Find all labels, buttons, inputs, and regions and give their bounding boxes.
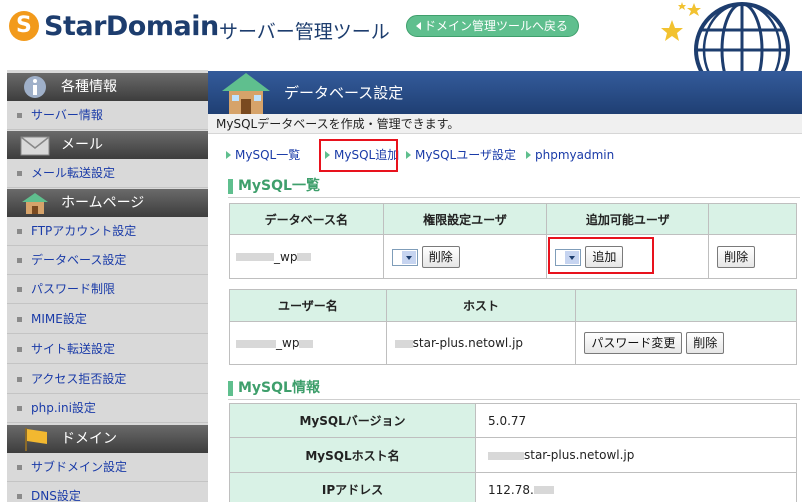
- username-cell: _wp: [229, 321, 387, 365]
- sidebar-item-site-forward[interactable]: サイト転送設定: [7, 335, 208, 364]
- bullet-icon: [17, 494, 22, 499]
- sidebar-item-mime[interactable]: MIME設定: [7, 305, 208, 334]
- sidebar-item-ftp[interactable]: FTPアカウント設定: [7, 217, 208, 246]
- delete-database-button[interactable]: 削除: [717, 245, 756, 268]
- sidebar-section-mail: メール: [7, 131, 208, 159]
- sidebar-item-database[interactable]: データベース設定: [7, 246, 208, 275]
- sidebar-section-info: 各種情報: [7, 73, 208, 101]
- bullet-icon: [17, 171, 22, 176]
- sidebar-item-mail-forward[interactable]: メール転送設定: [7, 159, 208, 188]
- user-table: ユーザー名 ホスト _wp star-plus.netowl.jp パスワード変…: [229, 289, 797, 365]
- page-header: データベース設定: [208, 71, 802, 114]
- back-to-domain-tool-button[interactable]: ドメイン管理ツールへ戻る: [406, 15, 580, 37]
- host-cell: star-plus.netowl.jp: [385, 321, 577, 365]
- star-domain-logo-icon[interactable]: S: [9, 11, 39, 41]
- house-icon: [222, 73, 270, 114]
- bullet-icon: [17, 317, 22, 322]
- sidebar-item-password-restriction[interactable]: パスワード制限: [7, 275, 208, 304]
- sidebar-item-php-ini[interactable]: php.ini設定: [7, 394, 208, 423]
- info-label-hostname: MySQLホスト名: [229, 437, 476, 473]
- redacted-text: [394, 339, 413, 348]
- table-row: _wp 削除 追加 削除: [229, 234, 797, 279]
- bullet-icon: [17, 377, 22, 382]
- arrow-right-icon: [526, 151, 531, 159]
- redacted-text: [299, 339, 314, 348]
- bullet-icon: [17, 287, 22, 292]
- info-value-version: 5.0.77: [475, 403, 797, 438]
- database-table: データベース名 権限設定ユーザ 追加可能ユーザ _wp 削除 追加 削除: [229, 203, 797, 279]
- info-value-hostname: star-plus.netowl.jp: [475, 437, 797, 473]
- table-row: MySQLホスト名 star-plus.netowl.jp: [229, 437, 797, 473]
- db-action-cell: 削除: [708, 234, 797, 279]
- tab-highlight-box: [319, 139, 398, 172]
- globe-stars-icon: [661, 2, 790, 72]
- col-user-action: [575, 289, 797, 322]
- tab-mysql-user[interactable]: MySQLユーザ設定: [406, 147, 516, 164]
- chevron-down-icon: [405, 255, 412, 260]
- sidebar-section-domain: ドメイン: [7, 425, 208, 453]
- bullet-icon: [17, 465, 22, 470]
- tab-phpmyadmin[interactable]: phpmyadmin: [526, 147, 614, 164]
- mysql-info-heading: MySQL情報: [228, 378, 800, 400]
- bullet-icon: [17, 258, 22, 263]
- db-name-cell: _wp: [229, 234, 384, 279]
- page-description: MySQLデータベースを作成・管理できます。: [208, 114, 802, 134]
- table-row: _wp star-plus.netowl.jp パスワード変更 削除: [229, 321, 797, 365]
- delete-user-button[interactable]: 削除: [686, 332, 725, 354]
- redacted-text: [236, 339, 276, 348]
- add-button-highlight-box: [548, 237, 654, 274]
- redacted-text: [236, 253, 274, 261]
- arrow-right-icon: [406, 151, 411, 159]
- redacted-text: [297, 253, 312, 261]
- info-value-ip: 112.78.: [475, 472, 797, 502]
- mail-icon: [20, 136, 50, 156]
- house-icon: [22, 193, 48, 214]
- app-header: S StarDomain サーバー管理ツール ドメイン管理ツールへ戻る: [0, 0, 802, 72]
- page-title: データベース設定: [284, 84, 404, 102]
- arrow-left-icon: [416, 22, 421, 30]
- info-icon: [24, 76, 46, 98]
- redacted-text: [488, 451, 524, 460]
- table-row: MySQLバージョン 5.0.77: [229, 403, 797, 438]
- info-label-version: MySQLバージョン: [229, 403, 476, 438]
- chevron-down-icon: [569, 255, 576, 260]
- bullet-icon: [17, 229, 22, 234]
- logo-text[interactable]: StarDomain: [44, 11, 219, 42]
- table-row: IPアドレス 112.78.: [229, 472, 797, 502]
- sidebar-item-access-deny[interactable]: アクセス拒否設定: [7, 365, 208, 394]
- col-username: ユーザー名: [229, 289, 387, 322]
- mysql-list-heading: MySQL一覧: [228, 176, 800, 198]
- privilege-user-cell: 削除: [382, 234, 548, 279]
- info-label-ip: IPアドレス: [229, 472, 476, 502]
- sidebar-item-subdomain[interactable]: サブドメイン設定: [7, 453, 208, 482]
- sidebar-section-homepage: ホームページ: [7, 189, 208, 217]
- col-db-name: データベース名: [229, 203, 384, 235]
- col-action: [708, 203, 797, 235]
- bullet-icon: [17, 347, 22, 352]
- bullet-icon: [17, 406, 22, 411]
- col-host: ホスト: [385, 289, 577, 322]
- col-privilege-user: 権限設定ユーザ: [382, 203, 548, 235]
- mysql-info-table: MySQLバージョン 5.0.77 MySQLホスト名 star-plus.ne…: [229, 403, 797, 502]
- redacted-text: [533, 486, 554, 494]
- privilege-user-select[interactable]: [391, 248, 418, 266]
- user-action-cell: パスワード変更 削除: [575, 321, 797, 365]
- arrow-right-icon: [226, 151, 231, 159]
- flag-icon: [25, 428, 47, 451]
- app-subtitle: サーバー管理ツール: [219, 21, 390, 43]
- sidebar: 各種情報 サーバー情報 メール メール転送設定 ホームページ FTPアカウント設…: [7, 70, 208, 502]
- tab-mysql-list[interactable]: MySQL一覧: [226, 147, 300, 164]
- change-password-button[interactable]: パスワード変更: [584, 332, 683, 354]
- sidebar-item-dns[interactable]: DNS設定: [7, 482, 208, 502]
- col-addable-user: 追加可能ユーザ: [546, 203, 710, 235]
- sidebar-item-server-info[interactable]: サーバー情報: [7, 101, 208, 130]
- bullet-icon: [17, 113, 22, 118]
- delete-privilege-button[interactable]: 削除: [421, 245, 460, 268]
